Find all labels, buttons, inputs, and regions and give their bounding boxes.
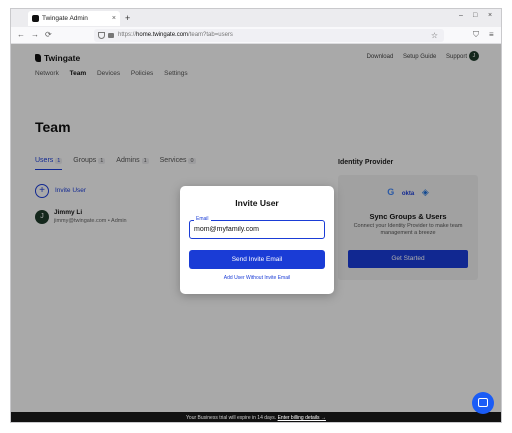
add-without-email-link[interactable]: Add User Without Invite Email — [180, 275, 334, 281]
send-invite-button[interactable]: Send Invite Email — [189, 250, 325, 269]
chat-bubble-icon — [478, 398, 488, 407]
shield-icon — [98, 32, 105, 39]
invite-user-modal: Invite User Email Send Invite Email Add … — [180, 186, 334, 294]
menu-icon[interactable]: ≡ — [489, 29, 494, 41]
bookmark-star-icon[interactable]: ☆ — [431, 29, 438, 42]
address-bar[interactable]: https://home.twingate.com/team?tab=users… — [94, 29, 444, 42]
tab-title: Twingate Admin — [42, 15, 88, 22]
email-label: Email — [194, 216, 211, 223]
minimize-icon[interactable]: – — [459, 12, 463, 19]
chat-button[interactable] — [472, 392, 494, 414]
new-tab-button[interactable]: + — [125, 11, 130, 25]
trial-banner: Your Business trial will expire in 14 da… — [11, 412, 501, 422]
back-icon[interactable]: ← — [17, 29, 25, 41]
browser-tab[interactable]: Twingate Admin × — [28, 11, 120, 26]
tab-bar: Twingate Admin × + – □ × — [11, 9, 501, 27]
forward-icon[interactable]: → — [31, 29, 39, 41]
browser-window: Twingate Admin × + – □ × ← → ⟳ https://h… — [10, 8, 502, 423]
page-content: Twingate Download Setup Guide Support J … — [11, 44, 501, 412]
url-host: home.twingate.com — [136, 32, 189, 38]
lock-icon — [108, 33, 114, 38]
trial-text: Your Business trial will expire in 14 da… — [186, 415, 277, 421]
url-path: /team?tab=users — [188, 32, 233, 38]
window-close-icon[interactable]: × — [488, 12, 492, 19]
billing-link[interactable]: Enter billing details → — [278, 415, 326, 421]
tab-close-icon[interactable]: × — [112, 11, 116, 26]
browser-toolbar: ← → ⟳ https://home.twingate.com/team?tab… — [11, 27, 501, 44]
url-prefix: https:// — [118, 32, 137, 38]
reload-icon[interactable]: ⟳ — [45, 29, 52, 41]
twingate-favicon-icon — [32, 15, 39, 22]
maximize-icon[interactable]: □ — [473, 12, 477, 19]
email-field: Email — [189, 216, 325, 239]
email-input[interactable] — [194, 224, 318, 235]
pocket-icon[interactable]: ⛉ — [473, 29, 479, 41]
modal-title: Invite User — [235, 198, 279, 208]
